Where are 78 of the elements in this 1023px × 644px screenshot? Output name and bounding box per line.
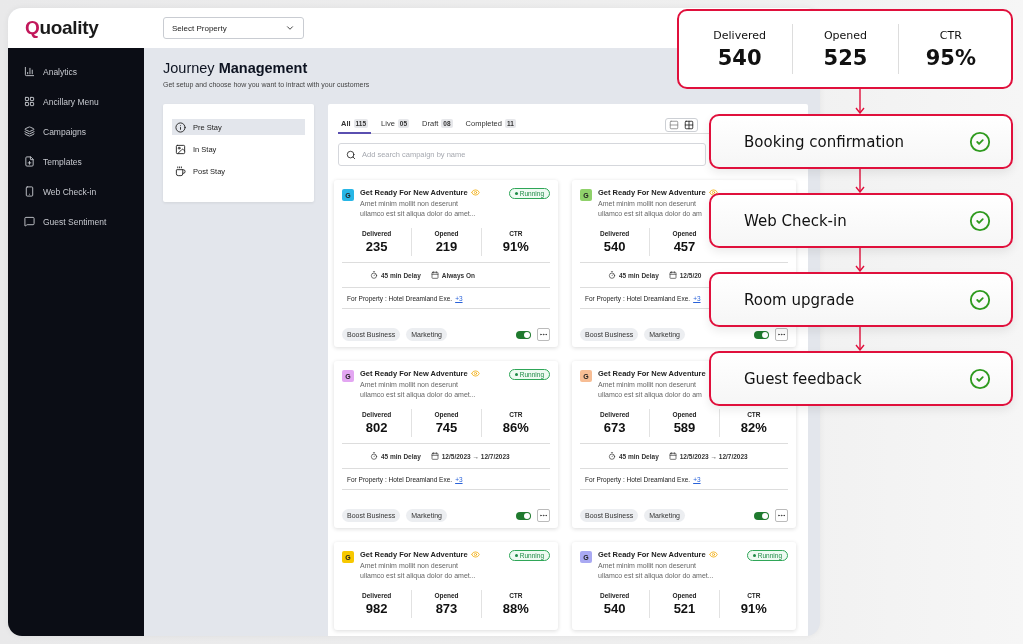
stat-value: 91% [502, 239, 529, 254]
sidebar-item[interactable]: Web Check-in [8, 182, 144, 201]
journey-step: Room upgrade [709, 272, 1013, 327]
more-button[interactable] [775, 328, 788, 341]
stat-value: 235 [365, 239, 388, 254]
toggle-switch[interactable] [754, 511, 769, 520]
page-title: Journey Management [163, 60, 309, 76]
eye-icon [708, 188, 718, 197]
calendar-icon [430, 271, 439, 279]
timer-icon [370, 452, 378, 460]
summary-label: CTR [939, 28, 962, 42]
grid-icon [24, 96, 35, 107]
ellipsis-icon [539, 511, 548, 520]
chevron-down-icon [285, 23, 295, 33]
coffee-icon [175, 165, 186, 177]
stat-value: 91% [740, 601, 767, 616]
view-toggle[interactable] [665, 117, 698, 132]
search-icon [346, 149, 356, 160]
timer-icon [370, 271, 378, 279]
summary-label: Delivered [713, 28, 766, 42]
sidebar-item[interactable]: Campaigns [8, 122, 144, 141]
stat-value: 521 [673, 601, 696, 616]
stat-value: 673 [603, 420, 626, 435]
connector-arrow [854, 327, 866, 351]
timer-icon [608, 271, 616, 279]
property-select[interactable]: Select Property [163, 17, 304, 39]
stat-value: 88% [502, 601, 529, 616]
stat-value: 540 [603, 601, 626, 616]
message-icon [24, 216, 35, 227]
stat-value: 82% [740, 420, 767, 435]
more-button[interactable] [537, 509, 550, 522]
calendar-icon [430, 452, 439, 460]
stat-value: 802 [365, 420, 388, 435]
summary-value: 525 [823, 45, 868, 70]
timer-icon [608, 452, 616, 460]
stat-value: 219 [435, 239, 458, 254]
more-button[interactable] [537, 328, 550, 341]
connector-arrow [854, 248, 866, 272]
logo-text: Quoality [25, 17, 100, 39]
sidebar-item[interactable]: Analytics [8, 62, 144, 81]
toggle-switch[interactable] [516, 330, 531, 339]
summary-value: 540 [717, 45, 762, 70]
phone-icon [24, 186, 35, 197]
ellipsis-icon [539, 330, 548, 339]
toggle-switch[interactable] [754, 330, 769, 339]
ellipsis-icon [777, 330, 786, 339]
connector-arrow [854, 169, 866, 193]
stat-value: 745 [435, 420, 458, 435]
stat-value: 86% [502, 420, 529, 435]
summary-label: Opened [823, 28, 868, 42]
info-icon [175, 121, 186, 133]
image-icon [175, 143, 186, 155]
chart-icon [24, 66, 35, 77]
calendar-icon [668, 452, 677, 460]
more-button[interactable] [775, 509, 788, 522]
file-plus-icon [24, 156, 35, 167]
journey-step: Web Check-in [709, 193, 1013, 248]
stat-value: 540 [603, 239, 626, 254]
eye-icon [708, 550, 718, 559]
layers-icon [24, 126, 35, 137]
eye-icon [470, 369, 480, 378]
eye-icon [470, 188, 480, 197]
sidebar-item[interactable]: Ancillary Menu [8, 92, 144, 111]
toggle-switch[interactable] [516, 511, 531, 520]
calendar-icon [668, 271, 677, 279]
summary-value: 95% [925, 45, 976, 70]
journey-step: Booking confirmation [709, 114, 1013, 169]
stat-value: 982 [365, 601, 388, 616]
grid-icon[interactable] [684, 119, 694, 130]
stat-value: 873 [435, 601, 458, 616]
sidebar-item[interactable]: Guest Sentiment [8, 212, 144, 231]
ellipsis-icon [777, 511, 786, 520]
rows-icon[interactable] [669, 119, 679, 130]
journey-step: Guest feedback [709, 351, 1013, 406]
sidebar-item[interactable]: Templates [8, 152, 144, 171]
stat-value: 457 [673, 239, 696, 254]
eye-icon [470, 550, 480, 559]
stat-value: 589 [673, 420, 696, 435]
